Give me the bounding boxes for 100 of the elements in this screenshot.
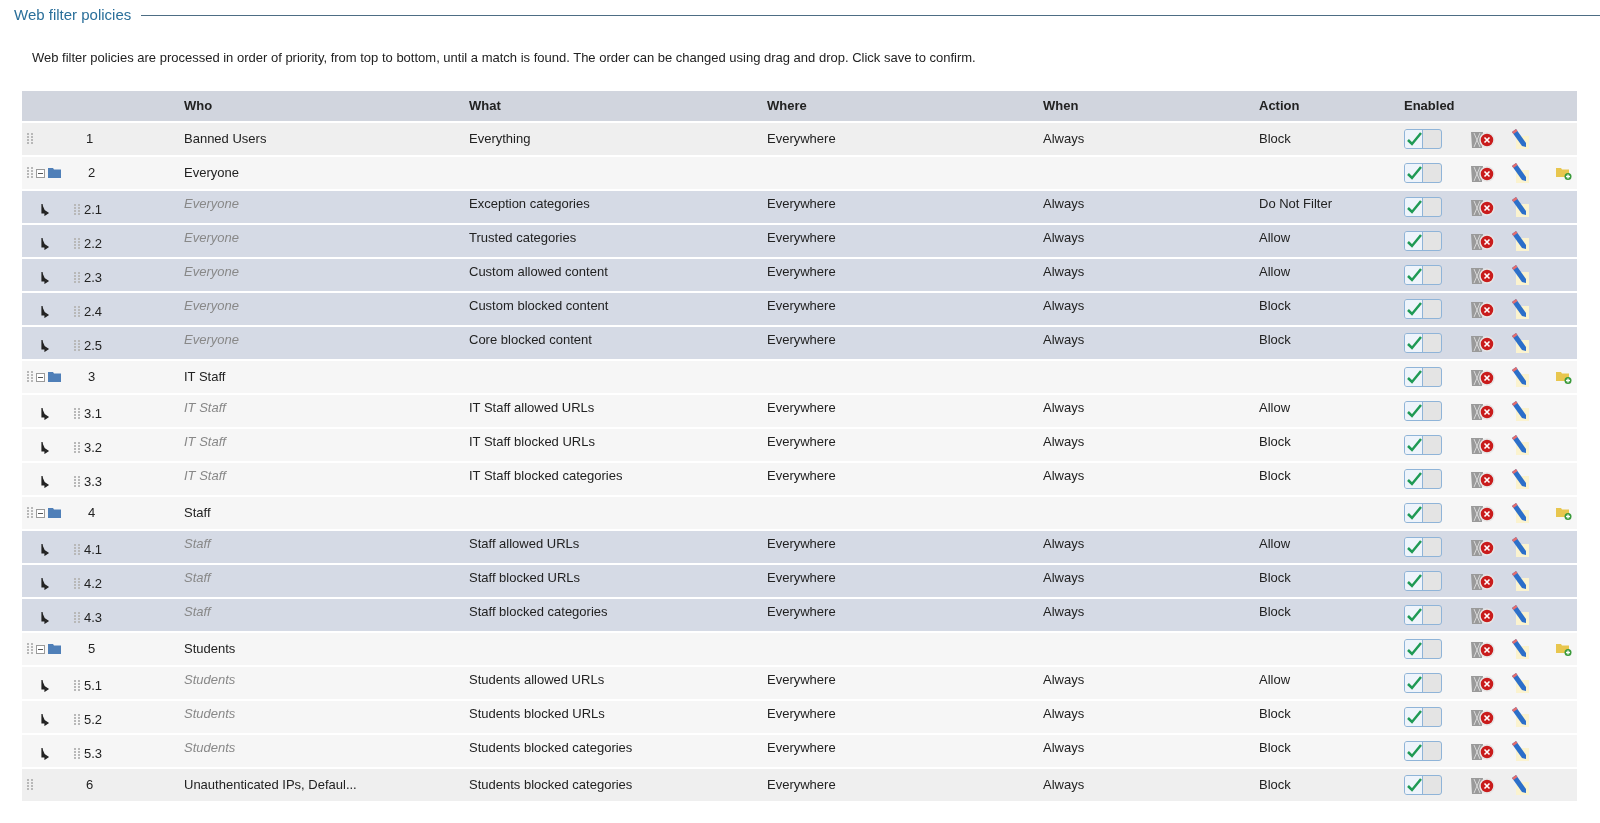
enabled-toggle[interactable]: [1404, 435, 1442, 455]
enabled-toggle[interactable]: [1404, 571, 1442, 591]
policy-row[interactable]: 4.1 Staff Staff allowed URLs Everywhere Always Allow: [22, 531, 1577, 565]
enabled-toggle[interactable]: [1404, 469, 1442, 489]
drag-handle-icon[interactable]: [74, 442, 80, 454]
delete-icon[interactable]: [1470, 469, 1496, 489]
enabled-toggle[interactable]: [1404, 299, 1442, 319]
policy-row[interactable]: 4.2 Staff Staff blocked URLs Everywhere Always Block: [22, 565, 1577, 599]
delete-icon[interactable]: [1470, 775, 1496, 795]
enabled-toggle[interactable]: [1404, 673, 1442, 693]
pencil-icon[interactable]: [1510, 298, 1530, 320]
policy-row[interactable]: 3.1 IT Staff IT Staff allowed URLs Everywhere Always Allow: [22, 395, 1577, 429]
enabled-toggle[interactable]: [1404, 129, 1442, 149]
pencil-icon[interactable]: [1510, 604, 1530, 626]
pencil-icon[interactable]: [1510, 740, 1530, 762]
enabled-toggle[interactable]: [1404, 741, 1442, 761]
drag-handle-icon[interactable]: [74, 340, 80, 352]
delete-icon[interactable]: [1470, 503, 1496, 523]
delete-icon[interactable]: [1470, 197, 1496, 217]
policy-row[interactable]: 2.3 Everyone Custom allowed content Everywhere Always Allow: [22, 259, 1577, 293]
delete-icon[interactable]: [1470, 673, 1496, 693]
delete-icon[interactable]: [1470, 605, 1496, 625]
add-folder-icon[interactable]: [1556, 642, 1572, 656]
drag-handle-icon[interactable]: [27, 167, 33, 179]
drag-handle-icon[interactable]: [74, 714, 80, 726]
drag-handle-icon[interactable]: [74, 680, 80, 692]
drag-handle-icon[interactable]: [74, 204, 80, 216]
enabled-toggle[interactable]: [1404, 503, 1442, 523]
pencil-icon[interactable]: [1510, 672, 1530, 694]
drag-handle-icon[interactable]: [27, 779, 33, 791]
pencil-icon[interactable]: [1510, 264, 1530, 286]
drag-handle-icon[interactable]: [74, 306, 80, 318]
policy-row[interactable]: 5.3 Students Students blocked categories Everywhere Always Block: [22, 735, 1577, 769]
enabled-toggle[interactable]: [1404, 537, 1442, 557]
drag-handle-icon[interactable]: [74, 578, 80, 590]
drag-handle-icon[interactable]: [27, 507, 33, 519]
drag-handle-icon[interactable]: [74, 544, 80, 556]
delete-icon[interactable]: [1470, 741, 1496, 761]
group-row[interactable]: 4 Staff: [22, 497, 1577, 531]
delete-icon[interactable]: [1470, 299, 1496, 319]
pencil-icon[interactable]: [1510, 570, 1530, 592]
drag-handle-icon[interactable]: [74, 476, 80, 488]
group-row[interactable]: 3 IT Staff: [22, 361, 1577, 395]
delete-icon[interactable]: [1470, 401, 1496, 421]
group-row[interactable]: 5 Students: [22, 633, 1577, 667]
collapse-icon[interactable]: [36, 508, 45, 518]
policy-row[interactable]: 2.1 Everyone Exception categories Everywhere Always Do Not Filter: [22, 191, 1577, 225]
pencil-icon[interactable]: [1510, 366, 1530, 388]
delete-icon[interactable]: [1470, 707, 1496, 727]
pencil-icon[interactable]: [1510, 162, 1530, 184]
collapse-icon[interactable]: [36, 644, 45, 654]
pencil-icon[interactable]: [1510, 128, 1530, 150]
delete-icon[interactable]: [1470, 129, 1496, 149]
policy-row[interactable]: 4.3 Staff Staff blocked categories Everywhere Always Block: [22, 599, 1577, 633]
delete-icon[interactable]: [1470, 265, 1496, 285]
enabled-toggle[interactable]: [1404, 707, 1442, 727]
pencil-icon[interactable]: [1510, 196, 1530, 218]
enabled-toggle[interactable]: [1404, 605, 1442, 625]
pencil-icon[interactable]: [1510, 400, 1530, 422]
delete-icon[interactable]: [1470, 435, 1496, 455]
delete-icon[interactable]: [1470, 571, 1496, 591]
policy-row[interactable]: 2.5 Everyone Core blocked content Everywhere Always Block: [22, 327, 1577, 361]
pencil-icon[interactable]: [1510, 434, 1530, 456]
policy-row[interactable]: 6 Unauthenticated IPs, Defaul... Students blocked categories Everywhere Always Block: [22, 769, 1577, 803]
delete-icon[interactable]: [1470, 537, 1496, 557]
pencil-icon[interactable]: [1510, 332, 1530, 354]
delete-icon[interactable]: [1470, 367, 1496, 387]
enabled-toggle[interactable]: [1404, 197, 1442, 217]
pencil-icon[interactable]: [1510, 536, 1530, 558]
policy-row[interactable]: 2.2 Everyone Trusted categories Everywhere Always Allow: [22, 225, 1577, 259]
collapse-icon[interactable]: [36, 372, 45, 382]
delete-icon[interactable]: [1470, 163, 1496, 183]
collapse-icon[interactable]: [36, 168, 45, 178]
drag-handle-icon[interactable]: [74, 612, 80, 624]
enabled-toggle[interactable]: [1404, 639, 1442, 659]
pencil-icon[interactable]: [1510, 502, 1530, 524]
drag-handle-icon[interactable]: [74, 408, 80, 420]
policy-row[interactable]: 3.2 IT Staff IT Staff blocked URLs Everywhere Always Block: [22, 429, 1577, 463]
pencil-icon[interactable]: [1510, 230, 1530, 252]
add-folder-icon[interactable]: [1556, 166, 1572, 180]
policy-row[interactable]: 3.3 IT Staff IT Staff blocked categories Everywhere Always Block: [22, 463, 1577, 497]
enabled-toggle[interactable]: [1404, 367, 1442, 387]
group-row[interactable]: 2 Everyone: [22, 157, 1577, 191]
policy-row[interactable]: 2.4 Everyone Custom blocked content Everywhere Always Block: [22, 293, 1577, 327]
delete-icon[interactable]: [1470, 639, 1496, 659]
pencil-icon[interactable]: [1510, 774, 1530, 796]
pencil-icon[interactable]: [1510, 706, 1530, 728]
delete-icon[interactable]: [1470, 333, 1496, 353]
drag-handle-icon[interactable]: [27, 133, 33, 145]
pencil-icon[interactable]: [1510, 468, 1530, 490]
enabled-toggle[interactable]: [1404, 401, 1442, 421]
delete-icon[interactable]: [1470, 231, 1496, 251]
drag-handle-icon[interactable]: [27, 643, 33, 655]
drag-handle-icon[interactable]: [74, 238, 80, 250]
enabled-toggle[interactable]: [1404, 775, 1442, 795]
pencil-icon[interactable]: [1510, 638, 1530, 660]
drag-handle-icon[interactable]: [27, 371, 33, 383]
policy-row[interactable]: 5.1 Students Students allowed URLs Everywhere Always Allow: [22, 667, 1577, 701]
enabled-toggle[interactable]: [1404, 231, 1442, 251]
drag-handle-icon[interactable]: [74, 748, 80, 760]
